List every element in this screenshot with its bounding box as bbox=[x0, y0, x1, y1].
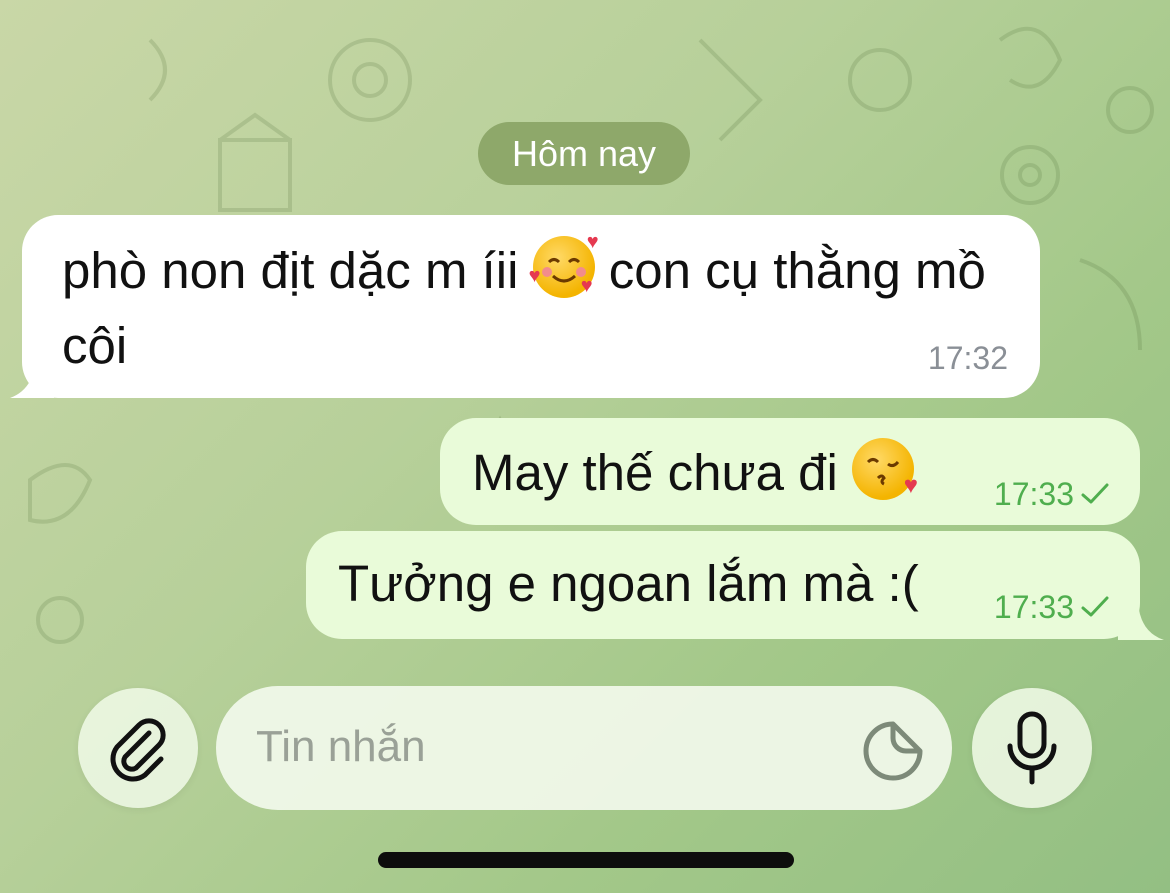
outgoing-bubble-tail bbox=[1118, 602, 1164, 640]
message-input-container bbox=[216, 686, 952, 810]
date-separator: Hôm nay bbox=[478, 122, 690, 185]
attach-button[interactable] bbox=[78, 688, 198, 808]
message-text: May thế chưa đi ♥ bbox=[472, 438, 918, 506]
microphone-button[interactable] bbox=[972, 688, 1092, 808]
outgoing-message-bubble[interactable]: May thế chưa đi ♥ 17:33 bbox=[440, 418, 1140, 525]
microphone-icon bbox=[1007, 711, 1057, 785]
message-text-part: Tưởng e ngoan lắm mà :( bbox=[338, 555, 919, 612]
message-time: 17:33 bbox=[993, 589, 1074, 625]
message-text: Tưởng e ngoan lắm mà :( bbox=[338, 551, 919, 617]
checkmark-icon bbox=[1081, 596, 1109, 617]
outgoing-message-bubble[interactable]: Tưởng e ngoan lắm mà :( 17:33 bbox=[306, 531, 1140, 639]
sticker-icon[interactable] bbox=[860, 718, 926, 784]
message-time: 17:32 bbox=[927, 340, 1008, 376]
smiling-face-with-hearts-emoji: ♥ ♥ ♥ bbox=[528, 231, 599, 298]
face-blowing-a-kiss-emoji: ♥ bbox=[852, 438, 918, 500]
home-indicator[interactable] bbox=[378, 852, 794, 868]
message-meta: 17:33 bbox=[994, 583, 1110, 631]
message-text-part: phò non địt dặc m íii bbox=[62, 242, 519, 299]
paperclip-icon bbox=[110, 718, 166, 782]
incoming-message-bubble[interactable]: phò non địt dặc m íii ♥ ♥ ♥ con cụ thằng… bbox=[22, 215, 1040, 398]
message-text: phò non địt dặc m íii ♥ ♥ ♥ con cụ thằng… bbox=[62, 231, 1022, 383]
message-text-part: May thế chưa đi bbox=[472, 444, 838, 501]
message-meta: 17:33 bbox=[994, 470, 1110, 518]
checkmark-icon bbox=[1081, 483, 1109, 504]
message-time: 17:33 bbox=[993, 476, 1074, 512]
message-input[interactable] bbox=[254, 716, 818, 778]
